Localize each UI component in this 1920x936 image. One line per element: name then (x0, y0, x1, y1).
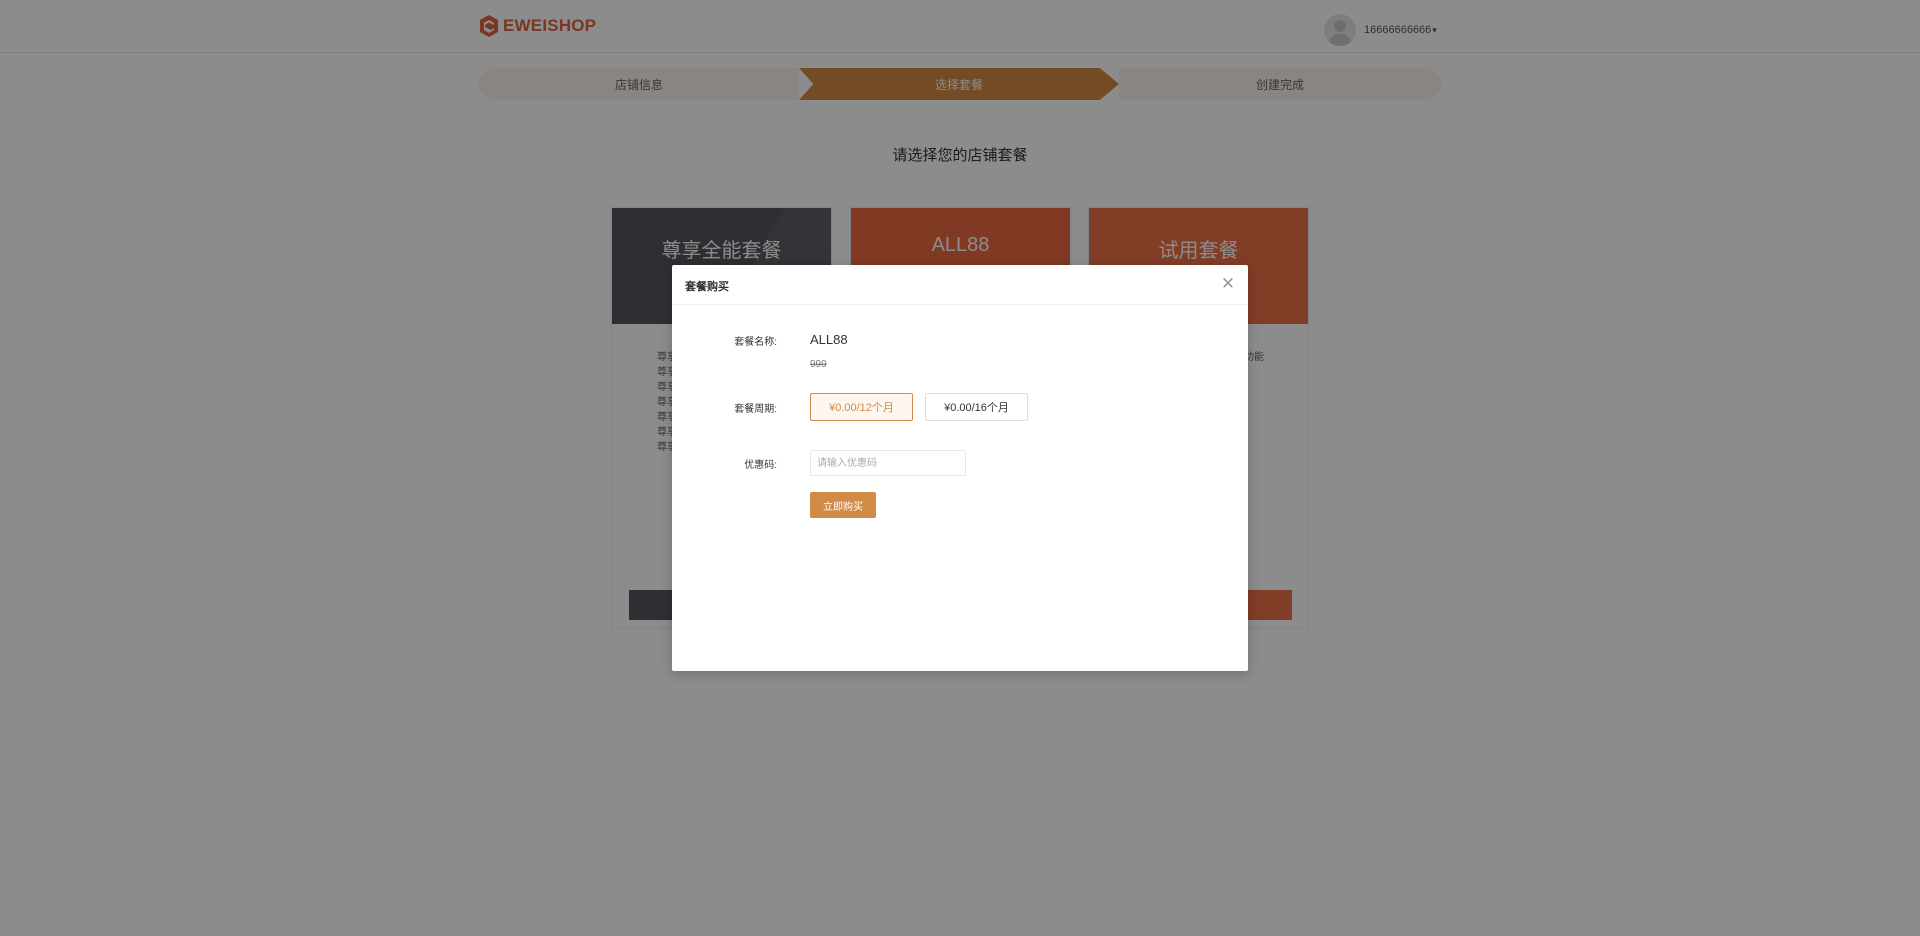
period-option-16-months[interactable]: ¥0.00/16个月 (925, 393, 1028, 421)
period-option-12-months[interactable]: ¥0.00/12个月 (810, 393, 913, 421)
purchase-dialog: 套餐购买 ✕ 套餐名称: ALL88 999 套餐周期: ¥0.00/12个月 … (672, 265, 1248, 671)
package-original-price: 999 (810, 359, 827, 370)
buy-now-button[interactable]: 立即购买 (810, 492, 876, 518)
package-name-label: 套餐名称: (734, 337, 777, 348)
coupon-input[interactable] (810, 450, 966, 476)
dialog-header: 套餐购买 ✕ (672, 265, 1248, 305)
dialog-title: 套餐购买 (685, 281, 729, 293)
close-icon[interactable]: ✕ (1218, 274, 1238, 294)
package-name-value: ALL88 (810, 332, 848, 347)
package-period-label: 套餐周期: (734, 404, 777, 415)
coupon-label: 优惠码: (744, 460, 777, 471)
